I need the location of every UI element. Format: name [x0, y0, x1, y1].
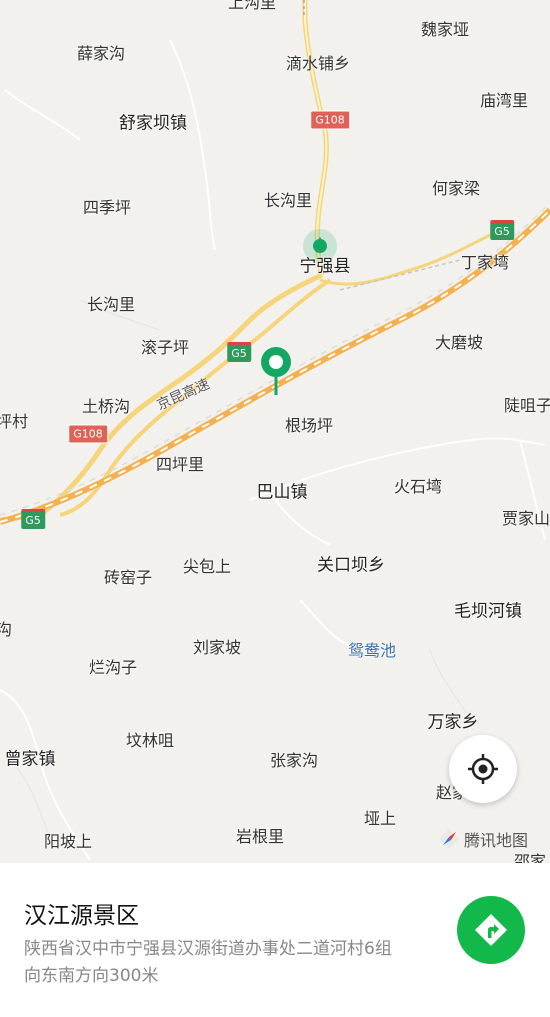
- place-label: 长沟里: [263, 191, 313, 210]
- place-label: 上沟里: [227, 0, 277, 12]
- tencent-map-logo-icon: [439, 829, 459, 849]
- place-label: 万家乡: [427, 712, 479, 733]
- place-label: 烂沟子: [88, 658, 138, 677]
- place-label: 岩根里: [235, 827, 285, 846]
- place-label: 阳坡上: [43, 832, 93, 851]
- poi-address: 陕西省汉中市宁强县汉源街道办事处二道河村6组向东南方向300米: [24, 939, 392, 986]
- brand-name: 腾讯地图: [464, 831, 529, 850]
- map-app: 上沟里 魏家垭 薛家沟 滴水铺乡 庙湾里 舒家坝镇 何家梁 四季坪 长沟里 宁强…: [0, 0, 550, 1017]
- place-label: 邵家: [513, 852, 547, 864]
- place-label: 土桥沟: [81, 397, 131, 416]
- place-label: 垭上: [363, 809, 397, 828]
- place-label: 毛坝河镇: [454, 601, 522, 622]
- place-label: 关口坝乡: [317, 555, 385, 576]
- lake-label: 鸳鸯池: [347, 641, 397, 660]
- place-label: 坟林咀: [125, 731, 175, 750]
- place-label: 坪村: [0, 412, 29, 431]
- road-shield: G5: [227, 342, 251, 362]
- map-brand: 腾讯地图: [438, 827, 528, 851]
- crosshair-icon: [468, 754, 498, 784]
- place-label: 薛家沟: [76, 44, 126, 63]
- place-label: 魏家垭: [420, 20, 470, 39]
- road-shield: G108: [68, 424, 108, 444]
- navigate-button[interactable]: [457, 896, 525, 964]
- place-label: 刘家坡: [192, 638, 242, 657]
- road-shield: G5: [490, 220, 514, 240]
- place-label: 张家沟: [269, 751, 319, 770]
- map-canvas[interactable]: 上沟里 魏家垭 薛家沟 滴水铺乡 庙湾里 舒家坝镇 何家梁 四季坪 长沟里 宁强…: [0, 0, 550, 863]
- place-label: 丁家塆: [460, 253, 510, 272]
- place-label: 大磨坡: [434, 333, 484, 352]
- poi-pin-icon[interactable]: [258, 345, 294, 397]
- place-label: 陡咀子: [503, 396, 550, 415]
- road-shield: G108: [310, 110, 350, 130]
- place-label: 根场坪: [284, 416, 334, 435]
- place-label: 四季坪: [82, 198, 132, 217]
- place-label: 宁强县: [299, 256, 351, 277]
- place-label: 何家梁: [431, 179, 481, 198]
- place-label: 滴水铺乡: [285, 54, 351, 73]
- place-label: 火石塆: [393, 477, 443, 496]
- place-label: 庙湾里: [479, 91, 529, 110]
- place-label: 滚子坪: [140, 338, 190, 357]
- place-label: 巴山镇: [256, 482, 308, 503]
- poi-name: 汉江源景区: [24, 903, 139, 929]
- place-label: 四坪里: [155, 455, 205, 474]
- route-arrow-icon: [475, 914, 507, 946]
- locate-me-button[interactable]: [449, 735, 517, 803]
- place-label: 尖包上: [182, 557, 232, 576]
- place-label: 沟: [0, 620, 13, 639]
- place-label: 长沟里: [86, 295, 136, 314]
- place-label: 贾家山: [501, 509, 550, 528]
- place-label: 砖窑子: [103, 568, 153, 587]
- place-label: 舒家坝镇: [119, 113, 187, 134]
- road-shield: G5: [21, 509, 45, 529]
- place-label: 曾家镇: [4, 749, 56, 770]
